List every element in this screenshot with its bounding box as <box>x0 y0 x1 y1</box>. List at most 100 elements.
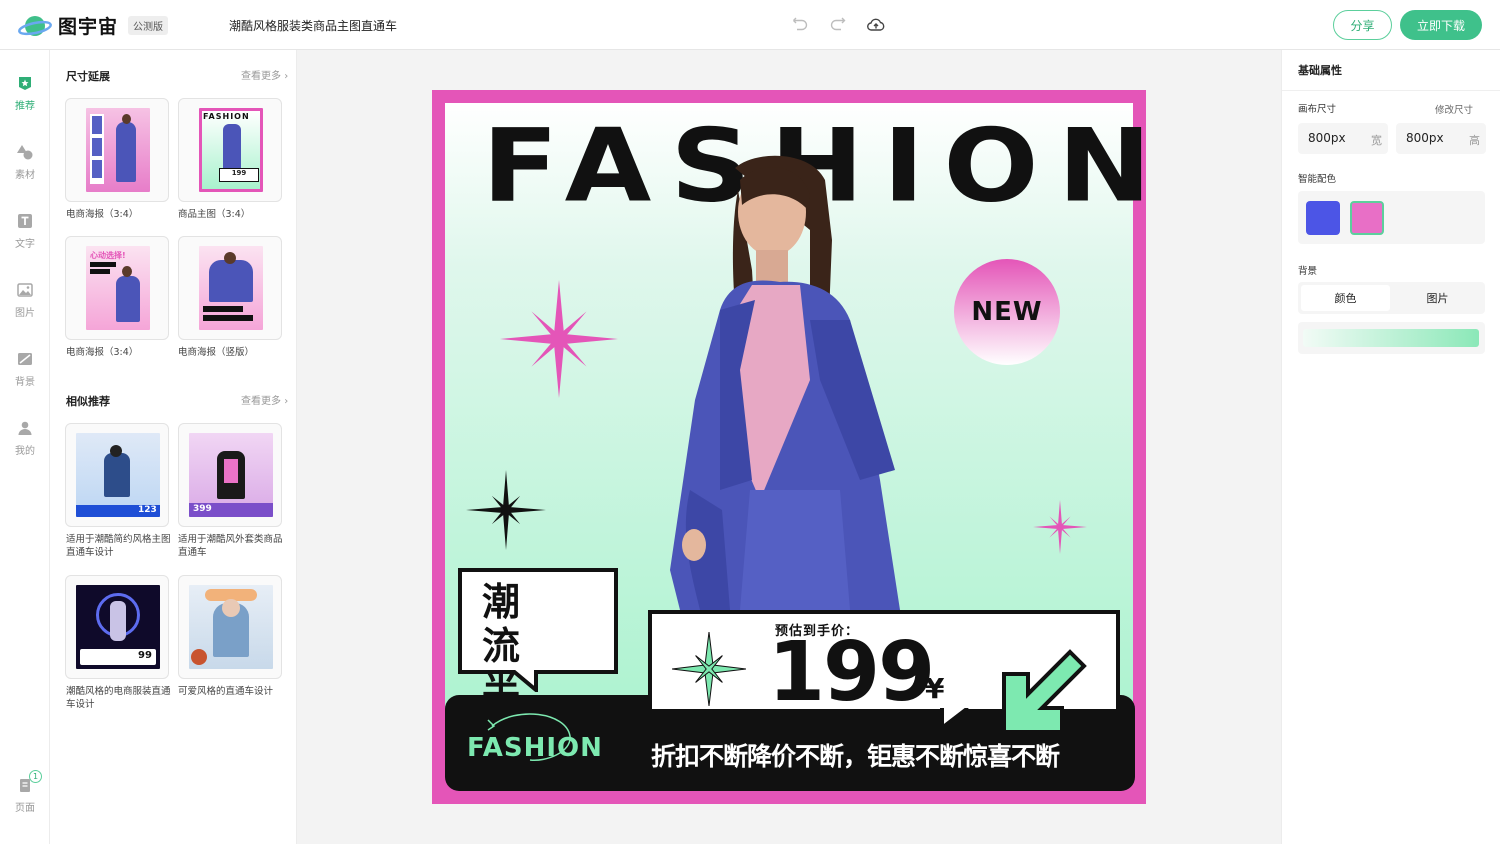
height-field[interactable]: 800px 高 <box>1396 123 1486 154</box>
top-bar: 图宇宙 公测版 潮酷风格服装类商品主图直通车 分享 立即下载 <box>0 0 1500 50</box>
thumbnail-image: 399 <box>189 433 273 517</box>
thumbnail-image: FASHION 199 <box>199 108 263 192</box>
slogan-text[interactable]: 折扣不断降价不断，钜惠不断惊喜不断 <box>651 737 1060 773</box>
chevron-right-icon: › <box>284 71 289 82</box>
thumbnail-image <box>189 585 273 669</box>
nav-label: 背景 <box>15 377 35 388</box>
nav-item-background[interactable]: 背景 <box>0 351 50 388</box>
template-caption: 电商海报（竖版） <box>178 347 255 358</box>
arrow-down-left-icon <box>1002 649 1087 734</box>
template-thumb[interactable]: FASHION 199 <box>178 98 282 202</box>
swatch-blue[interactable] <box>1306 201 1340 235</box>
color-palette <box>1298 191 1485 244</box>
document-title[interactable]: 潮酷风格服装类商品主图直通车 <box>229 17 397 34</box>
nav-label: 推荐 <box>15 101 35 112</box>
background-label: 背景 <box>1298 266 1318 277</box>
shapes-icon <box>17 145 33 160</box>
sparkle-green-icon <box>672 632 746 706</box>
nav-item-pages[interactable]: 1 页面 <box>0 770 50 814</box>
sparkle-black-icon <box>466 470 546 550</box>
template-thumb[interactable]: 123 <box>65 423 169 527</box>
template-thumb[interactable]: 99 <box>65 575 169 679</box>
properties-panel: 基础属性 画布尺寸 修改尺寸 800px 宽 800px 高 智能配色 背景 颜… <box>1281 50 1500 844</box>
tag-box[interactable]: 潮 流 半 裙 <box>458 568 618 756</box>
left-nav: 推荐 素材 文字 图片 背景 我的 1 页面 <box>0 50 50 844</box>
template-caption: 适用于潮酷风外套类商品直通车 <box>178 534 283 558</box>
template-thumb[interactable] <box>65 98 169 202</box>
similar-more-link[interactable]: 查看更多 › <box>241 392 288 407</box>
canvas-size-label: 画布尺寸 <box>1298 104 1337 115</box>
tab-color[interactable]: 颜色 <box>1301 285 1390 311</box>
redo-icon[interactable] <box>828 15 848 35</box>
new-badge[interactable]: NEW <box>954 259 1060 365</box>
more-label: 查看更多 <box>241 396 281 407</box>
template-thumb[interactable] <box>178 236 282 340</box>
nav-item-recommend[interactable]: 推荐 <box>0 75 50 112</box>
app-name: 图宇宙 <box>58 16 119 38</box>
nav-label: 页面 <box>15 803 35 814</box>
thumbnail-image <box>199 246 263 330</box>
size-extend-title: 尺寸延展 <box>66 70 110 83</box>
undo-icon[interactable] <box>790 15 810 35</box>
background-gradient-field[interactable] <box>1298 322 1485 354</box>
nav-label: 图片 <box>15 308 35 319</box>
template-caption: 电商海报（3:4） <box>66 347 139 358</box>
speech-tail-price-icon <box>940 708 970 730</box>
price-value[interactable]: 199 <box>768 632 935 714</box>
properties-title: 基础属性 <box>1298 64 1342 77</box>
planet-logo-icon <box>18 15 52 36</box>
chevron-right-icon: › <box>284 396 289 407</box>
history-tools <box>790 15 886 35</box>
nav-label: 素材 <box>15 170 35 181</box>
height-unit: 高 <box>1469 134 1480 147</box>
resize-link[interactable]: 修改尺寸 <box>1435 102 1473 116</box>
sparkle-pink-icon <box>500 280 618 398</box>
width-field[interactable]: 800px 宽 <box>1298 123 1388 154</box>
image-icon <box>17 283 33 297</box>
speech-tail-icon <box>510 670 538 692</box>
tab-image[interactable]: 图片 <box>1393 285 1482 311</box>
thumbnail-image: 99 <box>76 585 160 669</box>
cloud-upload-icon[interactable] <box>866 15 886 35</box>
width-value: 800px <box>1308 131 1346 145</box>
user-icon <box>18 421 32 435</box>
template-caption: 潮酷风格的电商服装直通车设计 <box>66 686 171 710</box>
template-caption: 电商海报（3:4） <box>66 209 139 220</box>
template-panel: 尺寸延展 查看更多 › 电商海报（3:4） FASHION 199 商品主图（3… <box>50 50 297 844</box>
thumbnail-image: 123 <box>76 433 160 517</box>
download-button[interactable]: 立即下载 <box>1400 10 1482 40</box>
template-thumb[interactable]: 399 <box>178 423 282 527</box>
recommend-icon <box>19 77 31 90</box>
share-button[interactable]: 分享 <box>1333 10 1392 40</box>
thumbnail-image: 心动选择! <box>86 246 150 330</box>
size-more-link[interactable]: 查看更多 › <box>241 67 288 82</box>
template-thumb[interactable]: 心动选择! <box>65 236 169 340</box>
template-caption: 商品主图（3:4） <box>178 209 251 220</box>
background-type-tabs: 颜色 图片 <box>1298 282 1485 314</box>
model-figure[interactable] <box>660 150 930 610</box>
template-caption: 适用于潮酷简约风格主图直通车设计 <box>66 534 171 558</box>
swatch-pink[interactable] <box>1350 201 1384 235</box>
more-label: 查看更多 <box>241 71 281 82</box>
height-value: 800px <box>1406 131 1444 145</box>
currency-symbol: ¥ <box>925 672 945 705</box>
page-count-badge: 1 <box>29 770 42 783</box>
nav-item-assets[interactable]: 素材 <box>0 144 50 181</box>
beta-badge: 公测版 <box>128 16 169 35</box>
logo[interactable]: 图宇宙 公测版 <box>18 12 169 39</box>
nav-item-image[interactable]: 图片 <box>0 282 50 319</box>
template-caption: 可爱风格的直通车设计 <box>178 686 274 697</box>
nav-label: 我的 <box>15 446 35 457</box>
brand-small-text[interactable]: FASHION <box>467 733 603 763</box>
template-thumb[interactable] <box>178 575 282 679</box>
thumbnail-image <box>86 108 150 192</box>
nav-item-text[interactable]: 文字 <box>0 213 50 250</box>
sparkle-small-pink-icon <box>1033 500 1087 554</box>
background-icon <box>18 353 32 365</box>
nav-label: 文字 <box>15 239 35 250</box>
gradient-preview <box>1303 329 1479 347</box>
width-unit: 宽 <box>1371 134 1382 147</box>
nav-item-mine[interactable]: 我的 <box>0 420 50 457</box>
smart-color-label: 智能配色 <box>1298 174 1337 185</box>
text-icon <box>18 214 32 228</box>
